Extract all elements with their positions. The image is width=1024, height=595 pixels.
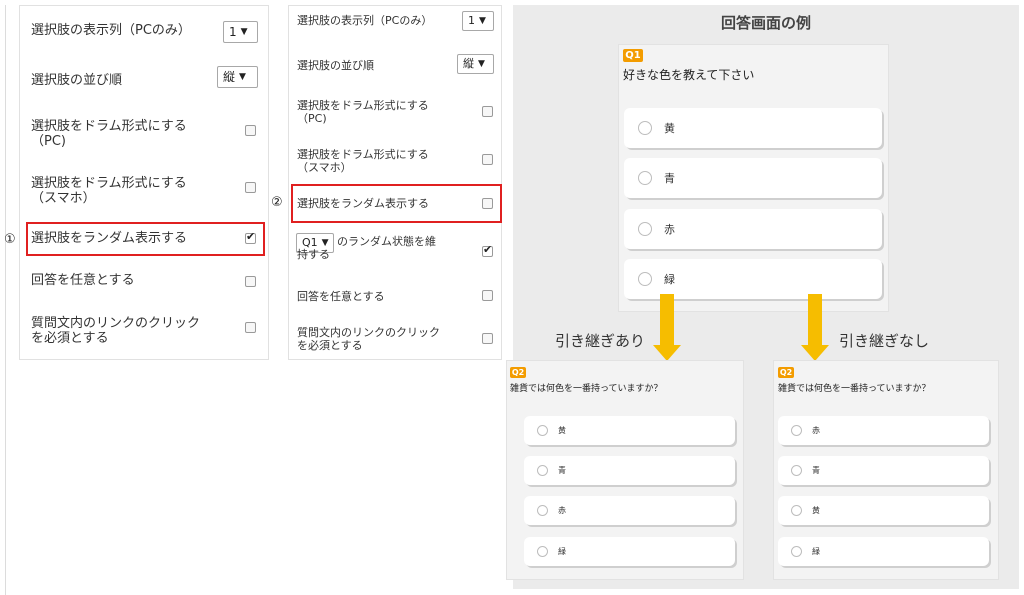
- radio-icon: [638, 272, 652, 286]
- radio-icon: [638, 222, 652, 236]
- p2-label-order: 選択肢の並び順: [297, 59, 374, 72]
- radio-icon: [638, 121, 652, 135]
- p2-order-value: 縦: [463, 57, 474, 70]
- p2-columns-select[interactable]: 1 ▼: [462, 11, 494, 31]
- p2-random-keep-checkbox[interactable]: [482, 243, 493, 257]
- p1-label-columns: 選択肢の表示列（PCのみ）: [31, 23, 191, 38]
- q2-right-option-label: 緑: [812, 547, 820, 556]
- arrow-head-right: [801, 345, 829, 361]
- q2-right-badge: Q2: [778, 367, 794, 378]
- q2-right-option[interactable]: 黄: [778, 496, 989, 525]
- arrow-down-right: [808, 294, 822, 346]
- q2-right-option-label: 黄: [812, 506, 820, 515]
- p2-label-optional: 回答を任意とする: [297, 290, 385, 303]
- p1-label-order: 選択肢の並び順: [31, 73, 123, 88]
- q1-option[interactable]: 赤: [624, 209, 882, 249]
- p2-random-checkbox[interactable]: [482, 198, 493, 209]
- q1-option-label: 黄: [664, 122, 675, 135]
- p2-label-random-keep: のランダム状態を維 持する: [297, 235, 436, 261]
- q2-left-option-label: 青: [558, 466, 566, 475]
- q2-right-question-text: 雑貨では何色を一番持っていますか？: [778, 384, 931, 394]
- p2-optional-checkbox[interactable]: [482, 290, 493, 301]
- left-border: [5, 5, 6, 595]
- caption-without-carryover: 引き継ぎなし: [839, 332, 930, 350]
- arrow-down-left: [660, 294, 674, 346]
- p1-label-drum-sp: 選択肢をドラム形式にする （スマホ）: [31, 176, 187, 206]
- radio-icon: [537, 425, 548, 436]
- q2-right-option[interactable]: 青: [778, 456, 989, 485]
- q2-left-option-label: 赤: [558, 506, 566, 515]
- p2-label-columns: 選択肢の表示列（PCのみ）: [297, 14, 433, 27]
- chevron-down-icon: ▼: [478, 59, 485, 69]
- radio-icon: [537, 546, 548, 557]
- p1-label-optional: 回答を任意とする: [31, 273, 135, 288]
- q2-right-option[interactable]: 赤: [778, 416, 989, 445]
- q2-right-option-label: 赤: [812, 426, 820, 435]
- p2-link-required-checkbox[interactable]: [482, 333, 493, 344]
- radio-icon: [791, 465, 802, 476]
- marker-1: ①: [4, 232, 16, 247]
- marker-2: ②: [271, 195, 283, 210]
- q2-left-option[interactable]: 黄: [524, 416, 735, 445]
- q2-left-option[interactable]: 青: [524, 456, 735, 485]
- q1-question-text: 好きな色を教えて下さい: [623, 68, 755, 82]
- radio-icon: [791, 505, 802, 516]
- q1-option[interactable]: 青: [624, 158, 882, 198]
- q1-badge: Q1: [623, 49, 643, 62]
- radio-icon: [791, 546, 802, 557]
- q2-right-option[interactable]: 緑: [778, 537, 989, 566]
- caption-with-carryover: 引き継ぎあり: [555, 332, 646, 350]
- p2-label-drum-sp: 選択肢をドラム形式にする （スマホ）: [297, 148, 429, 174]
- chevron-down-icon: ▼: [240, 27, 248, 37]
- radio-icon: [638, 171, 652, 185]
- p1-drum-sp-checkbox[interactable]: [245, 182, 256, 193]
- p1-optional-checkbox[interactable]: [245, 276, 256, 287]
- q2-left-question-text: 雑貨では何色を一番持っていますか？: [510, 384, 663, 394]
- p1-columns-select[interactable]: 1 ▼: [223, 21, 258, 43]
- p2-label-random: 選択肢をランダム表示する: [297, 197, 429, 210]
- p1-label-drum-pc: 選択肢をドラム形式にする （PC): [31, 119, 187, 149]
- p1-drum-pc-checkbox[interactable]: [245, 125, 256, 136]
- radio-icon: [791, 425, 802, 436]
- radio-icon: [537, 505, 548, 516]
- q2-left-badge: Q2: [510, 367, 526, 378]
- p1-label-link-required: 質問文内のリンクのクリック を必須とする: [31, 316, 201, 346]
- p2-label-link-required: 質問文内のリンクのクリック を必須とする: [297, 326, 440, 352]
- p1-label-random: 選択肢をランダム表示する: [31, 231, 188, 246]
- q2-left-option-label: 黄: [558, 426, 566, 435]
- answer-example-title: 回答画面の例: [720, 14, 811, 32]
- p2-order-select[interactable]: 縦 ▼: [457, 54, 494, 74]
- p1-link-required-checkbox[interactable]: [245, 322, 256, 333]
- p2-columns-value: 1: [468, 14, 475, 27]
- q1-option[interactable]: 緑: [624, 259, 882, 299]
- q2-left-option[interactable]: 緑: [524, 537, 735, 566]
- p2-drum-sp-checkbox[interactable]: [482, 154, 493, 165]
- chevron-down-icon: ▼: [239, 72, 246, 82]
- radio-icon: [537, 465, 548, 476]
- q2-right-option-label: 青: [812, 466, 820, 475]
- q1-option[interactable]: 黄: [624, 108, 882, 148]
- chevron-down-icon: ▼: [479, 16, 486, 26]
- arrow-head-left: [653, 345, 681, 361]
- p1-random-checkbox[interactable]: [245, 230, 256, 244]
- q2-left-option[interactable]: 赤: [524, 496, 735, 525]
- q2-left-option-label: 緑: [558, 547, 566, 556]
- p2-drum-pc-checkbox[interactable]: [482, 106, 493, 117]
- p1-order-value: 縦: [223, 70, 236, 84]
- p2-label-drum-pc: 選択肢をドラム形式にする （PC): [297, 99, 429, 125]
- q1-option-label: 青: [664, 172, 675, 185]
- q1-option-label: 赤: [664, 223, 675, 236]
- q1-option-label: 緑: [664, 273, 675, 286]
- p1-columns-value: 1: [229, 25, 237, 39]
- p1-order-select[interactable]: 縦 ▼: [217, 66, 258, 88]
